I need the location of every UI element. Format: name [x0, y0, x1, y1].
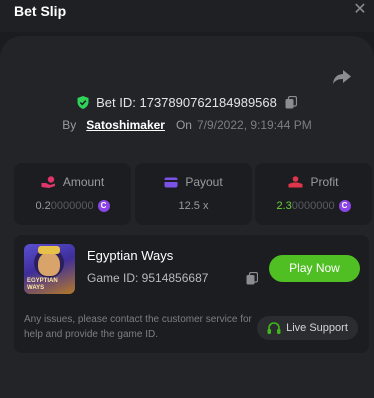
amount-label: Amount	[62, 175, 105, 189]
copy-icon[interactable]	[285, 95, 297, 109]
play-now-button[interactable]: Play Now	[269, 255, 360, 282]
payout-label-row: Payout	[135, 175, 252, 189]
profit-card: Profit 2.3 0000000 C	[255, 163, 372, 225]
profit-value-main: 2.3	[276, 200, 292, 212]
help-text: Any issues, please contact the customer …	[24, 314, 252, 340]
payout-label: Payout	[185, 175, 223, 189]
live-support-button[interactable]: Live Support	[257, 316, 358, 340]
profit-label-row: Profit	[255, 175, 372, 189]
amount-value-main: 0.2	[35, 200, 51, 212]
profit-icon	[288, 176, 303, 188]
game-card: EGYPTIAN WAYS Egyptian Ways Game ID: 951…	[14, 235, 369, 353]
profit-value-dim: 0000000	[291, 200, 335, 212]
share-icon[interactable]	[332, 68, 352, 86]
game-thumbnail[interactable]: EGYPTIAN WAYS	[24, 244, 75, 294]
user-link[interactable]: Satoshimaker	[86, 118, 165, 132]
by-label: By	[62, 118, 77, 132]
close-icon[interactable]: ✕	[352, 1, 368, 19]
thumbnail-logo-text: EGYPTIAN WAYS	[27, 278, 58, 291]
copy-icon[interactable]	[246, 272, 258, 285]
on-label: On	[175, 118, 192, 132]
thumbnail-crown	[38, 246, 60, 254]
bet-meta-row: By Satoshimaker On 7/9/2022, 9:19:44 PM	[0, 116, 374, 134]
hand-coin-icon	[41, 176, 55, 188]
shield-check-icon	[77, 95, 89, 109]
profit-label: Profit	[310, 175, 339, 189]
bet-id: Bet ID: 1737890762184989568	[96, 94, 277, 110]
headset-icon	[267, 321, 281, 334]
amount-card: Amount 0.2 0000000 C	[14, 163, 131, 225]
card-icon	[164, 177, 178, 187]
profit-value: 2.3 0000000 C	[255, 200, 372, 212]
live-support-label: Live Support	[286, 322, 348, 334]
bet-date: 7/9/2022, 9:19:44 PM	[196, 118, 312, 132]
coin-icon: C	[97, 200, 110, 212]
amount-label-row: Amount	[14, 175, 131, 189]
game-name: Egyptian Ways	[87, 248, 174, 263]
game-id: Game ID: 9514856687	[87, 271, 209, 285]
bet-id-row: Bet ID: 1737890762184989568	[0, 93, 374, 111]
bet-slip-header: Bet Slip ✕	[0, 0, 374, 32]
page-title: Bet Slip	[14, 3, 67, 19]
amount-value: 0.2 0000000 C	[14, 200, 131, 212]
payout-value: 12.5 x	[178, 200, 209, 212]
amount-value-dim: 0000000	[50, 200, 94, 212]
payout-card: Payout 12.5 x	[135, 163, 252, 225]
thumbnail-face	[38, 252, 60, 276]
coin-icon: C	[338, 200, 351, 212]
